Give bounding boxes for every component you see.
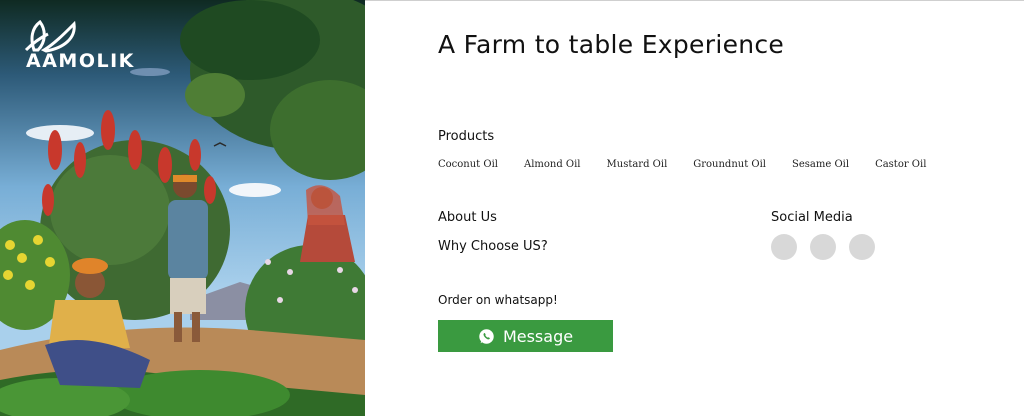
brand-logo[interactable]: AAMOLIK [24,20,164,72]
social-icons [771,234,888,260]
about-us-link[interactable]: About Us [438,210,497,225]
product-link-mustard-oil[interactable]: Mustard Oil [607,159,668,170]
brand-name: AAMOLIK [26,50,135,72]
product-link-groundnut-oil[interactable]: Groundnut Oil [693,159,766,170]
why-choose-us-link[interactable]: Why Choose US? [438,239,548,254]
top-divider [365,0,1024,1]
social-icon-3[interactable] [849,234,875,260]
product-link-coconut-oil[interactable]: Coconut Oil [438,159,498,170]
message-button-label: Message [502,326,574,346]
product-link-castor-oil[interactable]: Castor Oil [875,159,926,170]
products-list: Coconut Oil Almond Oil Mustard Oil Groun… [438,159,952,170]
order-whatsapp-label: Order on whatsapp! [438,293,558,307]
product-link-sesame-oil[interactable]: Sesame Oil [792,159,849,170]
social-icon-2[interactable] [810,234,836,260]
social-media-heading: Social Media [771,210,853,225]
products-heading: Products [438,129,495,144]
whatsapp-message-button[interactable]: Message [438,320,613,352]
product-link-almond-oil[interactable]: Almond Oil [524,159,581,170]
whatsapp-icon [479,328,494,344]
social-icon-1[interactable] [771,234,797,260]
hero-illustration: AAMOLIK [0,0,365,416]
page-title: A Farm to table Experience [438,30,785,59]
leaf-logo-icon [24,20,76,53]
